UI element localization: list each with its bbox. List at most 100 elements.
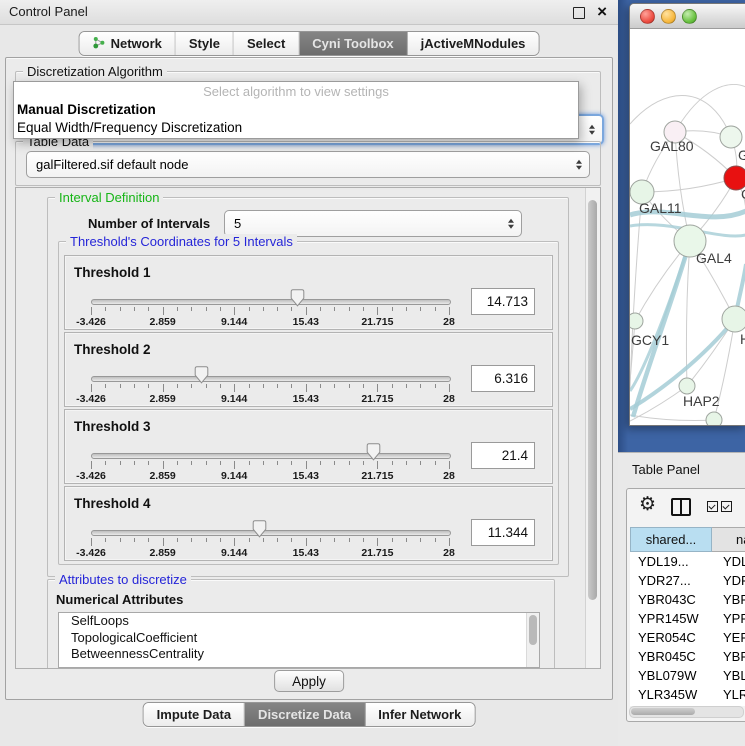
network-edge[interactable] bbox=[675, 84, 745, 132]
network-node[interactable] bbox=[706, 412, 722, 425]
table-row[interactable]: YLR345WYLR3 bbox=[630, 685, 745, 704]
network-edge[interactable] bbox=[642, 178, 736, 192]
tab-style[interactable]: Style bbox=[176, 32, 234, 55]
tick-mark bbox=[277, 384, 278, 388]
tab-infer-network[interactable]: Infer Network bbox=[365, 703, 474, 726]
table-horizontal-scrollbar[interactable] bbox=[629, 706, 744, 718]
apply-button[interactable]: Apply bbox=[274, 670, 344, 692]
threshold-value-input[interactable]: 21.4 bbox=[471, 442, 535, 469]
threshold-value-input[interactable]: 11.344 bbox=[471, 519, 535, 546]
number-of-intervals-combobox[interactable]: 5 bbox=[224, 210, 522, 237]
node-table-container: ⚙ shared... na YDL19...YDL1YDR27...YDR2Y… bbox=[626, 488, 745, 722]
slider-track[interactable] bbox=[91, 453, 451, 459]
table-row[interactable]: YBL079WYBL0 bbox=[630, 666, 745, 685]
tick-mark bbox=[406, 307, 407, 311]
threshold-value-input[interactable]: 14.713 bbox=[471, 288, 535, 315]
slider-track[interactable] bbox=[91, 376, 451, 382]
checkbox-icon[interactable] bbox=[721, 501, 732, 512]
slider-thumb[interactable] bbox=[194, 366, 209, 384]
column-header-shared-name[interactable]: shared... bbox=[630, 527, 712, 552]
dropdown-option-manual-discretization[interactable]: Manual Discretization bbox=[14, 101, 578, 119]
slider-thumb[interactable] bbox=[252, 520, 267, 538]
dropdown-option-equal-width-frequency-discretization[interactable]: Equal Width/Frequency Discretization bbox=[14, 119, 578, 137]
checkbox-icon[interactable] bbox=[707, 501, 718, 512]
tick-label: 9.144 bbox=[221, 547, 247, 559]
zoom-traffic-light-icon[interactable] bbox=[682, 9, 697, 24]
close-traffic-light-icon[interactable] bbox=[640, 9, 655, 24]
tick-label: 21.715 bbox=[361, 470, 393, 482]
tick-label: 28 bbox=[443, 316, 455, 328]
tab-cyni-toolbox[interactable]: Cyni Toolbox bbox=[299, 32, 407, 55]
table-row[interactable]: YBR045CYBR0 bbox=[630, 647, 745, 666]
tick-mark bbox=[206, 538, 207, 542]
tick-mark bbox=[406, 461, 407, 465]
scrollbar-thumb[interactable] bbox=[631, 708, 695, 715]
slider-ticks bbox=[91, 461, 449, 469]
slider-track[interactable] bbox=[91, 530, 451, 536]
tick-label: -3.426 bbox=[76, 316, 106, 328]
table-row[interactable]: YDR27...YDR2 bbox=[630, 571, 745, 590]
tick-mark bbox=[363, 538, 364, 542]
network-node-h[interactable] bbox=[722, 306, 745, 332]
tick-label: 9.144 bbox=[221, 316, 247, 328]
tab-jactivemnodules[interactable]: jActiveMNodules bbox=[408, 32, 539, 55]
tab-network[interactable]: Network bbox=[80, 32, 176, 55]
table-row[interactable]: YBR043CYBR0 bbox=[630, 590, 745, 609]
table-row[interactable]: YDL19...YDL1 bbox=[630, 552, 745, 571]
node-label: GAL4 bbox=[696, 250, 732, 266]
tick-mark bbox=[363, 307, 364, 311]
close-icon[interactable]: × bbox=[597, 1, 607, 23]
attributes-list-scrollbar[interactable] bbox=[526, 613, 539, 667]
tick-mark bbox=[291, 307, 292, 311]
group-title: Interval Definition bbox=[55, 190, 163, 205]
threshold-rows: Threshold 1-3.4262.8599.14415.4321.71528… bbox=[64, 255, 553, 563]
table-data-combobox[interactable]: galFiltered.sif default node bbox=[26, 151, 590, 178]
scrollbar-thumb[interactable] bbox=[588, 200, 597, 600]
threshold-value-input[interactable]: 6.316 bbox=[471, 365, 535, 392]
tick-label: 9.144 bbox=[221, 393, 247, 405]
table-row[interactable]: YER054CYER0 bbox=[630, 628, 745, 647]
tab-impute-data[interactable]: Impute Data bbox=[144, 703, 245, 726]
tab-select[interactable]: Select bbox=[234, 32, 299, 55]
attribute-item-topologicalcoefficient[interactable]: TopologicalCoefficient bbox=[59, 630, 539, 647]
slider-tick-labels: -3.4262.8599.14415.4321.71528 bbox=[91, 316, 449, 328]
tick-mark bbox=[420, 461, 421, 465]
network-node-gcy1[interactable] bbox=[630, 313, 643, 329]
tick-mark bbox=[91, 384, 92, 392]
attribute-item-selfloops[interactable]: SelfLoops bbox=[59, 613, 539, 630]
attributes-list[interactable]: SelfLoopsTopologicalCoefficientBetweenne… bbox=[58, 612, 540, 668]
attribute-item-betweennesscentrality[interactable]: BetweennessCentrality bbox=[59, 646, 539, 663]
pane-vertical-scrollbar[interactable] bbox=[585, 188, 600, 668]
network-node-hap2[interactable] bbox=[679, 378, 695, 394]
network-window-titlebar[interactable] bbox=[630, 4, 745, 29]
column-header-name[interactable]: na bbox=[712, 527, 745, 552]
tick-label: 21.715 bbox=[361, 316, 393, 328]
tick-mark bbox=[148, 461, 149, 465]
network-node-ga[interactable] bbox=[720, 126, 742, 148]
tick-mark bbox=[449, 384, 450, 392]
tick-mark bbox=[306, 461, 307, 469]
network-graph-canvas[interactable]: GAL80GACGAL11GAL4GCY1HHAP2 bbox=[630, 29, 745, 425]
tick-mark bbox=[263, 384, 264, 388]
slider-track[interactable] bbox=[91, 299, 451, 305]
tick-label: 28 bbox=[443, 470, 455, 482]
tick-mark bbox=[206, 461, 207, 465]
gear-icon[interactable]: ⚙ bbox=[639, 493, 656, 515]
float-window-icon[interactable] bbox=[573, 7, 585, 19]
minimize-traffic-light-icon[interactable] bbox=[661, 9, 676, 24]
group-title: Attributes to discretize bbox=[55, 572, 191, 587]
slider-thumb[interactable] bbox=[366, 443, 381, 461]
tab-discretize-data[interactable]: Discretize Data bbox=[245, 703, 365, 726]
tick-mark bbox=[263, 307, 264, 311]
slider-thumb[interactable] bbox=[290, 289, 305, 307]
table-panel: Table Panel ⚙ shared... na YDL19...YDL1Y… bbox=[618, 452, 745, 746]
cell-shared-name: YDL19... bbox=[630, 552, 718, 571]
tick-mark bbox=[163, 384, 164, 392]
tick-mark bbox=[291, 538, 292, 542]
split-columns-icon[interactable] bbox=[671, 498, 691, 516]
scrollbar-thumb[interactable] bbox=[529, 615, 537, 645]
network-edge[interactable] bbox=[630, 415, 714, 420]
tick-mark bbox=[249, 384, 250, 388]
tick-label: 15.43 bbox=[293, 547, 319, 559]
table-row[interactable]: YPR145WYPR1 bbox=[630, 609, 745, 628]
